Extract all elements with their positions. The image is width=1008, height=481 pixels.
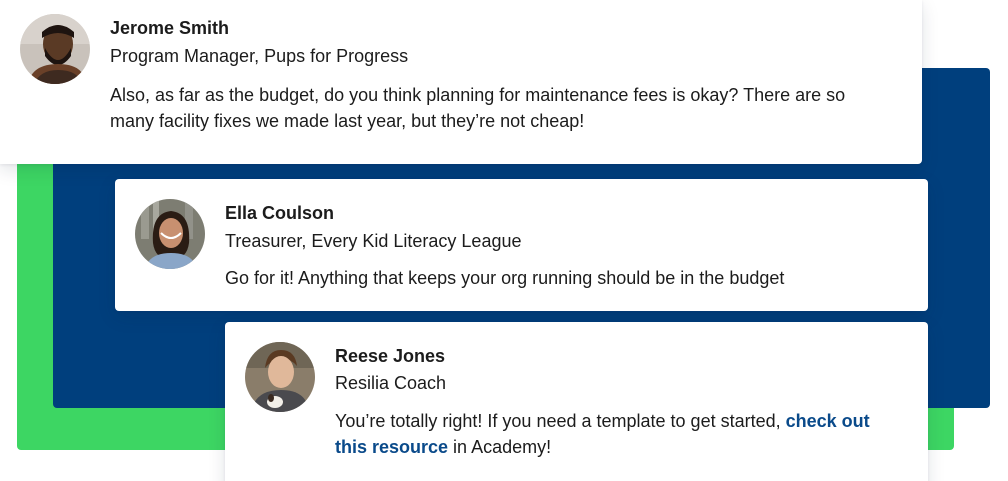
avatar: [135, 199, 205, 269]
sender-role: Resilia Coach: [335, 373, 447, 393]
sender-name: Jerome Smith: [110, 18, 230, 38]
message-text: Also, as far as the budget, do you think…: [110, 85, 846, 131]
person-avatar-ella-icon: [135, 199, 205, 269]
sender-name: Ella Coulson: [225, 203, 335, 223]
message-text: You’re totally right! If you need a temp…: [335, 408, 905, 460]
sender-role: Program Manager, Pups for Progress: [110, 46, 409, 66]
person-avatar-reese-icon: [245, 342, 315, 412]
chat-illustration: Jerome Smith Program Manager, Pups for P…: [0, 0, 1008, 481]
sender-role: Treasurer, Every Kid Literacy League: [225, 231, 522, 251]
message-card-reese: Reese Jones Resilia Coach You’re totally…: [225, 322, 928, 481]
person-avatar-jerome-icon: [20, 14, 90, 84]
avatar: [20, 14, 90, 84]
message-text: Go for it! Anything that keeps your org …: [225, 268, 785, 288]
message-card-jerome: Jerome Smith Program Manager, Pups for P…: [0, 0, 922, 164]
message-text-after-link: in Academy!: [448, 437, 552, 457]
avatar: [245, 342, 315, 412]
sender-name: Reese Jones: [335, 346, 446, 366]
message-text-before-link: You’re totally right! If you need a temp…: [335, 411, 786, 431]
message-card-ella: Ella Coulson Treasurer, Every Kid Litera…: [115, 179, 928, 311]
